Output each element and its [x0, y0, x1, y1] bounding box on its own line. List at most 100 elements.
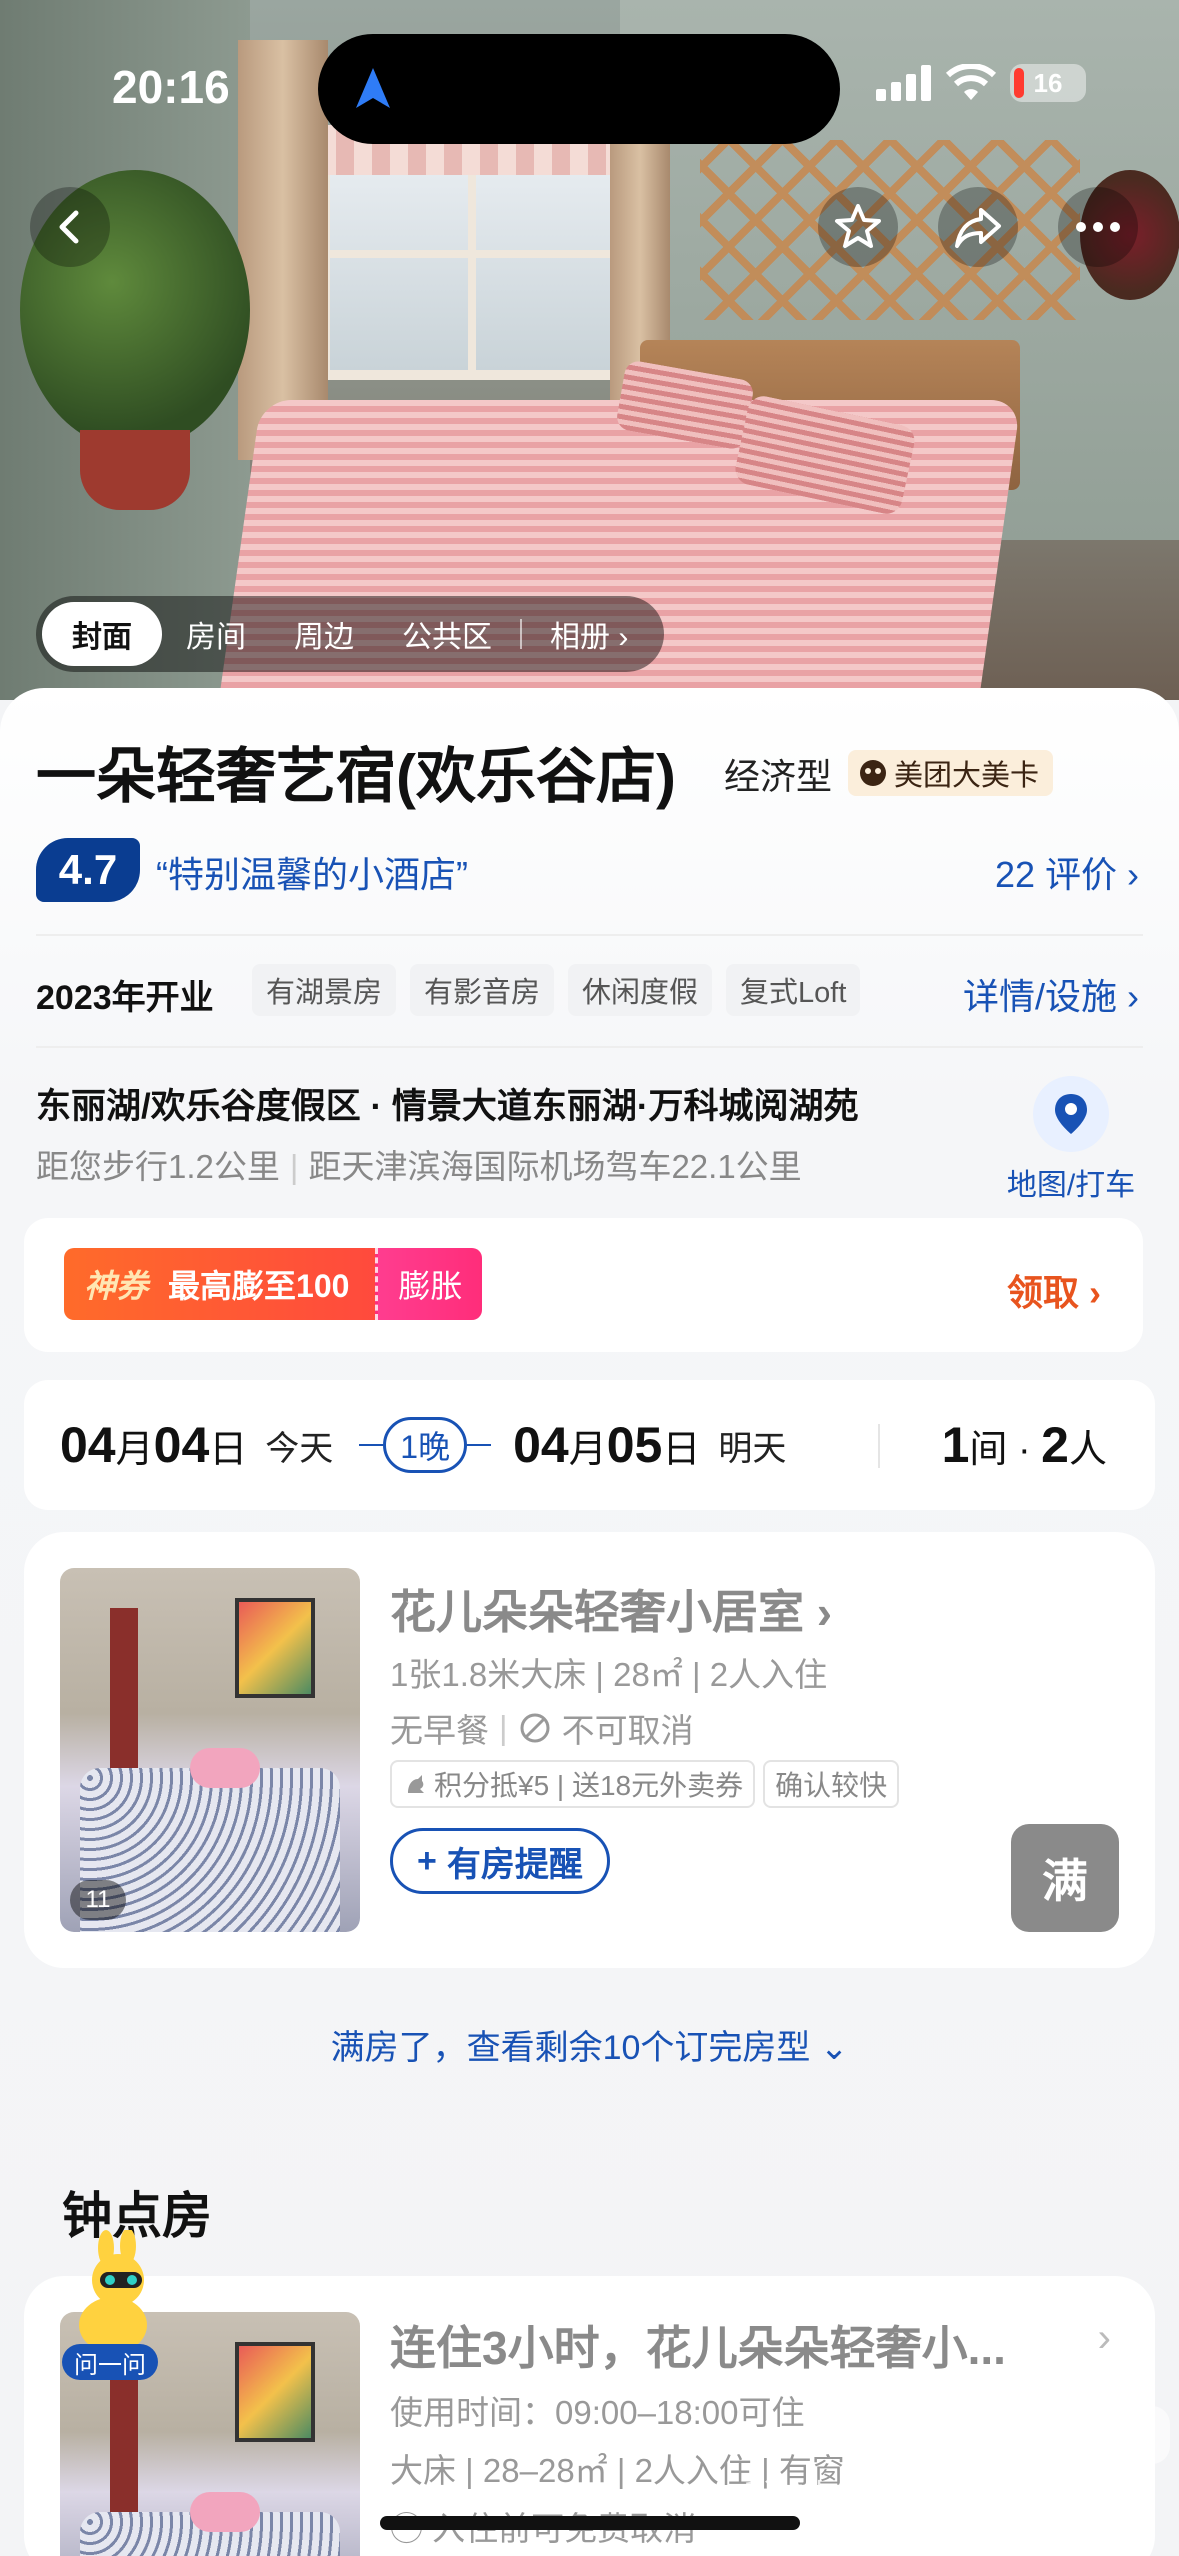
watermark-logo: 小红书	[1000, 2406, 1170, 2464]
review-quote[interactable]: “特别温馨的小酒店”	[156, 846, 468, 898]
battery-indicator: 16	[1010, 64, 1086, 102]
coupon-card: 神券 最高膨至100 膨胀 领取 ›	[24, 1218, 1143, 1352]
coupon-expand[interactable]: 膨胀	[375, 1248, 483, 1320]
points-tag-label: 积分抵¥5 | 送18元外卖券	[434, 1770, 744, 1801]
home-indicator[interactable]	[380, 2516, 800, 2530]
photo-count: 11	[70, 1880, 126, 1920]
guest-unit: 人	[1068, 1429, 1107, 1471]
hourly-room-name[interactable]: 连住3小时，花儿朵朵轻奢小...	[390, 2312, 1070, 2378]
breakfast-info: 无早餐	[390, 1712, 489, 1749]
date-range[interactable]: 04 月 04 日 今天 1晚 04 月 05 日 明天	[60, 1416, 786, 1474]
sold-out-button[interactable]: 满	[1011, 1824, 1119, 1932]
hotel-address[interactable]: 东丽湖/欢乐谷度假区 · 情景大道东丽湖·万科城阅湖苑	[36, 1078, 859, 1129]
coupon-type: 神券	[84, 1268, 149, 1304]
feature-tag: 休闲度假	[568, 964, 713, 1016]
photo-painting	[235, 1598, 315, 1698]
tab-public-area[interactable]: 公共区	[378, 602, 516, 666]
divider	[878, 1424, 880, 1468]
status-time: 20:16	[112, 61, 230, 113]
divider	[36, 1046, 1143, 1048]
month-unit: 月	[115, 1428, 154, 1471]
membership-badge-label: 美团大美卡	[894, 760, 1040, 792]
map-pin-icon-wrap	[1033, 1076, 1109, 1152]
plus-icon: +	[417, 1841, 437, 1880]
feature-tags: 有湖景房 有影音房 休闲度假 复式Loft	[252, 964, 861, 1016]
more-button[interactable]	[1058, 187, 1138, 267]
room-unit: 间 ·	[969, 1429, 1042, 1471]
hero-window	[320, 140, 620, 380]
map-label: 地图/打车	[1006, 1169, 1136, 1202]
date-picker[interactable]: 04 月 04 日 今天 1晚 04 月 05 日 明天 1间 · 2人	[24, 1380, 1155, 1510]
checkin-month: 04	[60, 1417, 116, 1473]
points-tag: 积分抵¥5 | 送18元外卖券	[390, 1760, 756, 1808]
signal-icon	[876, 65, 931, 101]
ask-question-button[interactable]: 问一问	[62, 2344, 158, 2380]
details-facilities-link[interactable]: 详情/设施 ›	[963, 968, 1139, 1020]
checkout-day: 05	[606, 1417, 663, 1473]
room-name[interactable]: 花儿朵朵轻奢小居室 ›	[390, 1576, 832, 1642]
guest-count: 2	[1041, 1417, 1069, 1473]
favorite-button[interactable]	[818, 187, 898, 267]
walking-distance: 距您步行1.2公里	[36, 1148, 280, 1185]
room-photo[interactable]: 11	[60, 1568, 360, 1932]
room-card[interactable]: 11 花儿朵朵轻奢小居室 › 1张1.8米大床 | 28㎡ | 2人入住 无早餐…	[24, 1532, 1155, 1968]
room-alert-button[interactable]: + 有房提醒	[390, 1828, 610, 1894]
tab-divider	[520, 619, 522, 649]
coupon-offer: 神券 最高膨至100	[64, 1248, 376, 1320]
opening-year: 2023年开业	[36, 979, 214, 1017]
confirm-tag: 确认较快	[763, 1760, 900, 1808]
photo-pillow	[190, 1748, 260, 1788]
dynamic-island	[318, 34, 840, 144]
view-sold-out-rooms-link[interactable]: 满房了，查看剩余10个订完房型 ⌄	[0, 2020, 1179, 2069]
tab-album[interactable]: 相册 ›	[526, 602, 652, 666]
chevron-left-icon	[59, 210, 79, 244]
kangaroo-icon	[408, 1775, 424, 1793]
star-icon	[835, 204, 881, 248]
divider	[36, 934, 1143, 936]
share-button[interactable]	[938, 187, 1018, 267]
chevron-right-icon: ›	[1097, 2316, 1111, 2360]
feature-tag: 有湖景房	[252, 964, 397, 1016]
kangaroo-mascot-icon[interactable]	[58, 2230, 168, 2360]
wifi-icon	[946, 64, 996, 100]
feature-tag: 有影音房	[410, 964, 555, 1016]
watermark-text: 我的小红书号：94689291８	[744, 2479, 1118, 2512]
hotel-name: 一朵轻奢艺宿(欢乐谷店)	[36, 743, 676, 810]
checkout-label: 明天	[718, 1429, 787, 1468]
usage-time: 使用时间：09:00–18:00可住	[390, 2394, 805, 2431]
map-pin-icon	[1055, 1094, 1087, 1134]
coupon[interactable]: 神券 最高膨至100 膨胀	[64, 1248, 483, 1320]
room-spec: 1张1.8米大床 | 28㎡ | 2人入住	[390, 1656, 828, 1693]
photo-pillow	[190, 2492, 260, 2532]
back-button[interactable]	[30, 187, 110, 267]
photo-tabs: 封面 房间 周边 公共区 相册 ›	[36, 596, 664, 672]
reviews-link[interactable]: 22 评价 ›	[995, 846, 1139, 898]
tab-cover[interactable]: 封面	[42, 602, 162, 666]
nights-indicator: 1晚	[359, 1417, 492, 1473]
checkin-day: 04	[153, 1417, 210, 1473]
status-icons: 16	[876, 64, 1086, 102]
tab-rooms[interactable]: 房间	[162, 602, 270, 666]
map-taxi-button[interactable]: 地图/打车	[1000, 1076, 1142, 1204]
tab-surroundings[interactable]: 周边	[270, 602, 378, 666]
share-icon	[955, 208, 1001, 248]
mask-icon	[860, 760, 886, 786]
coupon-text: 最高膨至100	[168, 1268, 350, 1304]
rating-score: 4.7	[36, 838, 140, 902]
airport-distance: 距天津滨海国际机场驾车22.1公里	[308, 1148, 802, 1185]
claim-coupon-button[interactable]: 领取 ›	[1007, 1264, 1101, 1316]
hotel-type: 经济型	[724, 756, 833, 797]
distance-info: 距您步行1.2公里 | 距天津滨海国际机场驾车22.1公里	[36, 1148, 802, 1185]
more-dots-icon	[1076, 222, 1120, 232]
hourly-room-card[interactable]: 连住3小时，花儿朵朵轻奢小... › 使用时间：09:00–18:00可住 大床…	[24, 2276, 1155, 2556]
membership-badge[interactable]: 美团大美卡	[848, 750, 1054, 796]
nights-count: 1晚	[383, 1417, 468, 1473]
room-count: 1	[941, 1417, 970, 1473]
month-unit: 月	[568, 1428, 607, 1471]
room-alert-label: 有房提醒	[446, 1845, 583, 1884]
room-tags: 积分抵¥5 | 送18元外卖券 确认较快	[390, 1760, 900, 1808]
nights-line	[467, 1444, 492, 1446]
rooms-guests-selector[interactable]: 1间 · 2人	[942, 1416, 1107, 1474]
hero-pot	[80, 430, 190, 510]
checkout-month: 04	[513, 1417, 569, 1473]
